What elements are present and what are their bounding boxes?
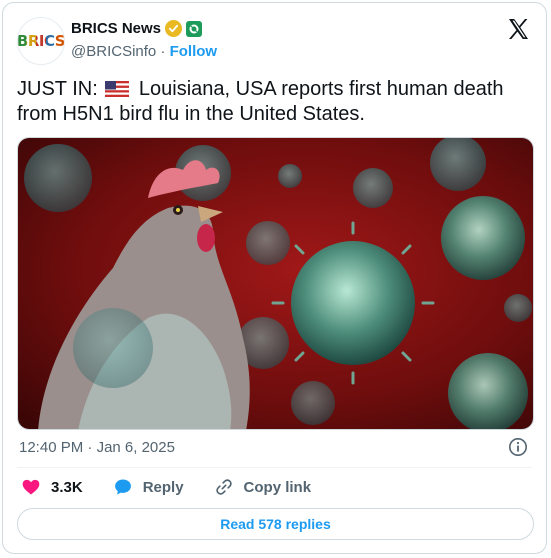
x-logo-icon[interactable] <box>506 17 530 41</box>
follow-button[interactable]: Follow <box>170 43 218 60</box>
us-flag-icon <box>105 81 130 97</box>
tweet-card: BRICS BRICS News @BRICSinfo · Follow JUS… <box>2 2 547 554</box>
copy-link-label: Copy link <box>243 478 312 496</box>
tweet-text: JUST IN: Louisiana, USA reports first hu… <box>17 77 517 127</box>
reply-label: Reply <box>142 478 184 496</box>
handle-row: @BRICSinfo · Follow <box>71 43 217 60</box>
avatar-logo-text: BRICS <box>17 32 65 50</box>
read-replies-button[interactable]: Read 578 replies <box>17 508 534 540</box>
avatar[interactable]: BRICS <box>17 17 65 65</box>
org-badge-icon <box>186 20 203 37</box>
like-count: 3.3K <box>51 478 83 496</box>
copy-link-button[interactable]: Copy link <box>214 477 312 497</box>
timestamp-separator: · <box>87 439 93 456</box>
like-button[interactable]: 3.3K <box>21 477 83 497</box>
tweet-text-prefix: JUST IN: <box>17 78 98 100</box>
rooster-virus-illustration <box>18 138 533 429</box>
reply-bubble-icon <box>114 479 131 495</box>
info-icon[interactable] <box>508 437 528 457</box>
tweet-image[interactable] <box>17 137 534 430</box>
heart-icon <box>22 479 40 495</box>
display-name[interactable]: BRICS News <box>71 20 161 37</box>
author-handle[interactable]: @BRICSinfo <box>71 43 156 60</box>
tweet-timestamp[interactable]: 12:40 PM · Jan 6, 2025 <box>19 439 175 456</box>
tweet-time: 12:40 PM <box>19 439 84 456</box>
read-replies-label: Read 578 replies <box>220 516 331 532</box>
divider <box>17 467 532 468</box>
author-name-row: BRICS News <box>71 20 203 37</box>
link-icon <box>215 479 232 495</box>
tweet-date: Jan 6, 2025 <box>96 439 175 456</box>
action-bar: 3.3K Reply Copy link <box>21 477 341 497</box>
handle-separator: · <box>160 43 166 60</box>
reply-button[interactable]: Reply <box>113 477 184 497</box>
verified-gold-icon <box>165 20 183 37</box>
